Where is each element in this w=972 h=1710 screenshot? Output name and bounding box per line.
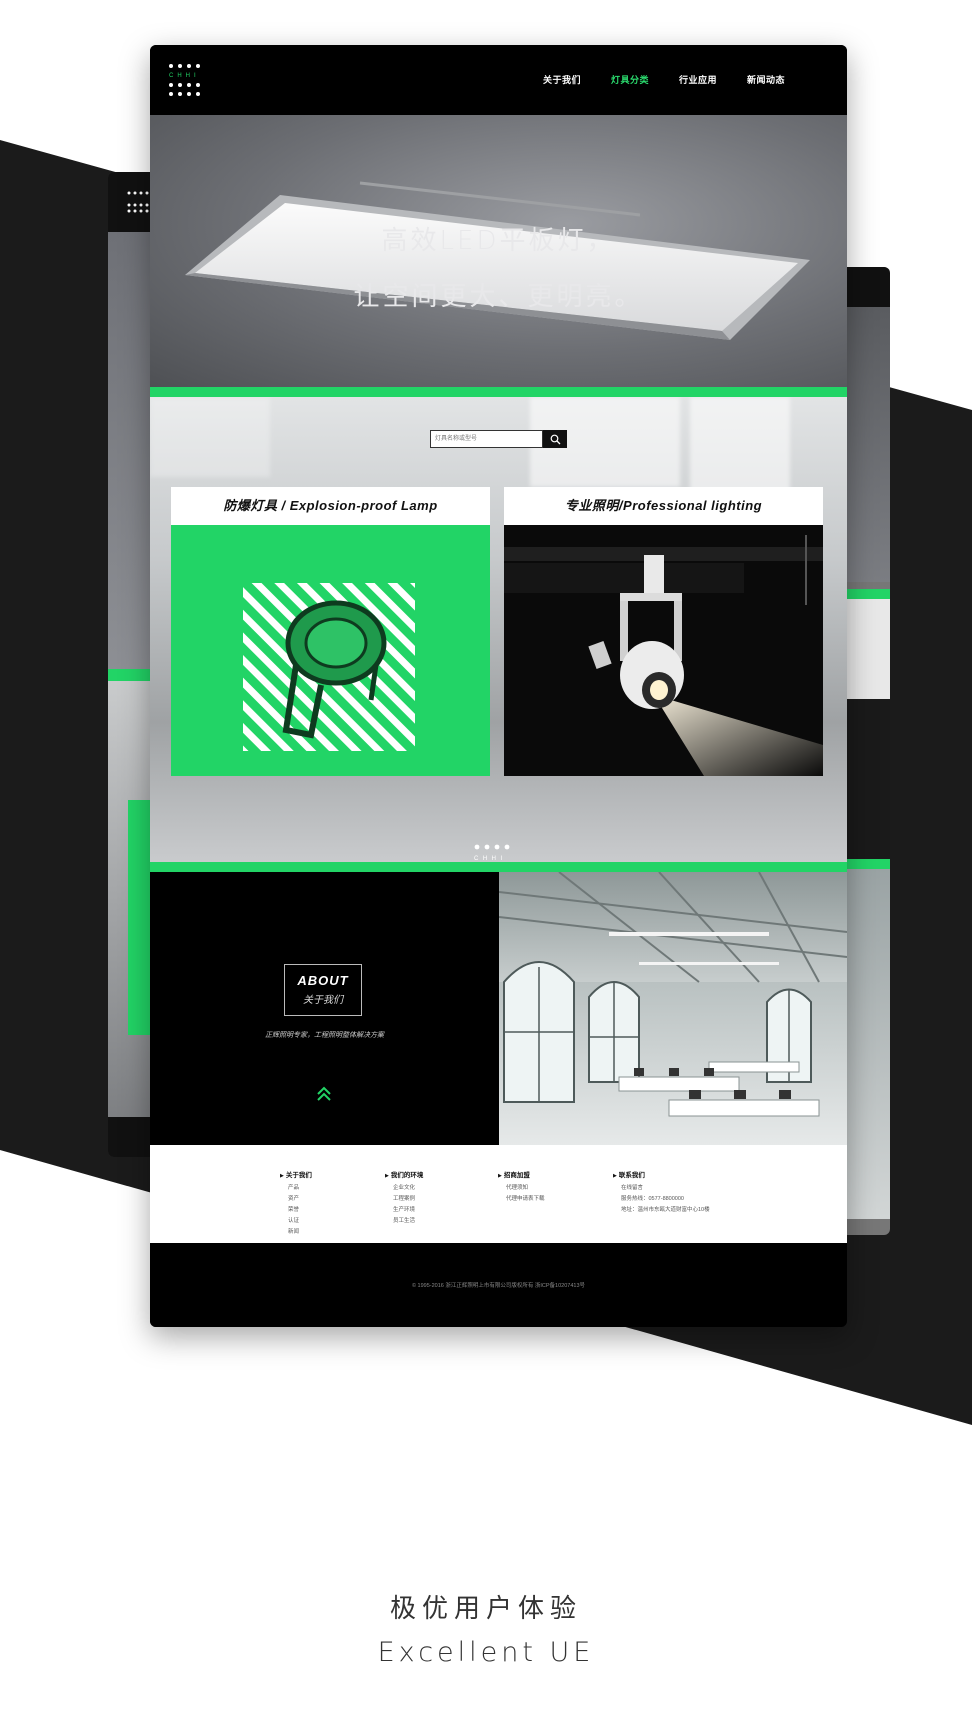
footer-link[interactable]: 代理须知: [498, 1183, 545, 1194]
product-card-title: 防爆灯具 / Explosion-proof Lamp: [223, 498, 438, 513]
footer-column-title[interactable]: 招商加盟: [498, 1169, 545, 1179]
footer-column-environment: 我们的环境 企业文化 工程案例 生产环境 员工生活: [385, 1169, 424, 1227]
logo-dots-icon: [127, 191, 149, 213]
footer-column-contact: 联系我们 在线留言 服务热线：0577-8800000 地址：温州市东瓯大道财富…: [613, 1169, 710, 1216]
footer-column-franchise: 招商加盟 代理须知 代理申请表下载: [498, 1169, 545, 1205]
about-panel: ABOUT 关于我们 正辉照明专家，工程照明整体解决方案: [150, 872, 499, 1145]
nav-item-industry[interactable]: 行业应用: [679, 73, 717, 86]
footer-column-title[interactable]: 我们的环境: [385, 1169, 424, 1179]
about-title-en: ABOUT: [297, 973, 349, 988]
tagline-en: Excellent UE: [377, 1637, 595, 1668]
search-bar: [430, 430, 567, 448]
footer-link[interactable]: 工程案例: [385, 1194, 423, 1205]
footer-column-about: 关于我们 产品 资产 荣誉 认证 新闻: [280, 1169, 312, 1238]
about-title-box[interactable]: ABOUT 关于我们: [284, 964, 362, 1016]
footer-link[interactable]: 代理申请表下载: [498, 1194, 545, 1205]
track-spotlight-image: [504, 525, 823, 776]
product-category-section: 防爆灯具 / Explosion-proof Lamp: [150, 397, 847, 862]
search-input[interactable]: [430, 430, 543, 448]
product-card-professional-lighting[interactable]: 专业照明/Professional lighting: [504, 487, 823, 776]
chhi-logo-icon[interactable]: CHHI: [168, 63, 204, 99]
about-section: ABOUT 关于我们 正辉照明专家，工程照明整体解决方案: [150, 872, 847, 1145]
logo-text: CHHI: [169, 73, 200, 79]
footer-link[interactable]: 产品: [280, 1183, 312, 1194]
footer-link[interactable]: 企业文化: [385, 1183, 423, 1194]
footer-link[interactable]: 生产环境: [385, 1205, 423, 1216]
green-divider: [150, 387, 847, 397]
hero-title: 高效LED平板灯， 让空间更大、更明亮。: [150, 213, 847, 325]
footer-column-title[interactable]: 联系我们: [613, 1169, 710, 1179]
green-divider: [150, 862, 847, 872]
nav-item-lamp-categories[interactable]: 灯具分类: [611, 73, 649, 86]
copyright-bar: © 1995-2016 浙江正辉照明上市有限公司版权所有 浙ICP备102074…: [150, 1243, 847, 1327]
double-chevron-up-icon[interactable]: [314, 1084, 334, 1104]
chhi-logo-icon: CHHI: [474, 844, 510, 862]
footer-link[interactable]: 在线留言: [613, 1183, 710, 1194]
hero-title-line1: 高效LED平板灯，: [381, 226, 616, 256]
product-card-explosion-proof[interactable]: 防爆灯具 / Explosion-proof Lamp: [171, 487, 490, 776]
tagline: 极优用户体验 Excellent UE: [0, 1588, 972, 1668]
search-button[interactable]: [543, 430, 567, 448]
search-icon: [550, 434, 560, 444]
tagline-cn: 极优用户体验: [389, 1594, 582, 1624]
nav-item-about[interactable]: 关于我们: [543, 73, 581, 86]
footer-link[interactable]: 新闻: [280, 1227, 312, 1238]
hero-banner: 高效LED平板灯， 让空间更大、更明亮。: [150, 115, 847, 387]
back-page-right: [840, 267, 890, 1235]
footer-link[interactable]: 荣誉: [280, 1205, 312, 1216]
explosion-proof-lamp-image: [171, 525, 490, 776]
footer-link[interactable]: 资产: [280, 1194, 312, 1205]
footer-column-title[interactable]: 关于我们: [280, 1169, 312, 1179]
footer-links: 关于我们 产品 资产 荣誉 认证 新闻 我们的环境 企业文化 工程案例 生产环境…: [150, 1145, 847, 1243]
product-card-title: 专业照明/Professional lighting: [564, 498, 763, 513]
footer-link[interactable]: 员工生活: [385, 1216, 423, 1227]
main-nav: 关于我们 灯具分类 行业应用 新闻动态: [543, 73, 785, 86]
nav-item-news[interactable]: 新闻动态: [747, 73, 785, 86]
footer-link[interactable]: 认证: [280, 1216, 312, 1227]
copyright-text: © 1995-2016 浙江正辉照明上市有限公司版权所有 浙ICP备102074…: [411, 1283, 586, 1289]
hero-title-line2: 让空间更大、更明亮。: [353, 282, 644, 312]
website-mockup: CHHI 关于我们 灯具分类 行业应用 新闻动态 高效LED平板灯， 让空间更大…: [150, 45, 847, 1327]
footer-address: 地址：温州市东瓯大道财富中心10楼: [621, 1207, 710, 1213]
footer-hotline: 服务热线：0577-8800000: [621, 1196, 684, 1202]
about-slogan: 正辉照明专家，工程照明整体解决方案: [265, 1032, 384, 1039]
office-interior-image: [499, 872, 847, 1145]
about-title-cn: 关于我们: [303, 995, 343, 1006]
site-header: CHHI 关于我们 灯具分类 行业应用 新闻动态: [150, 45, 847, 115]
